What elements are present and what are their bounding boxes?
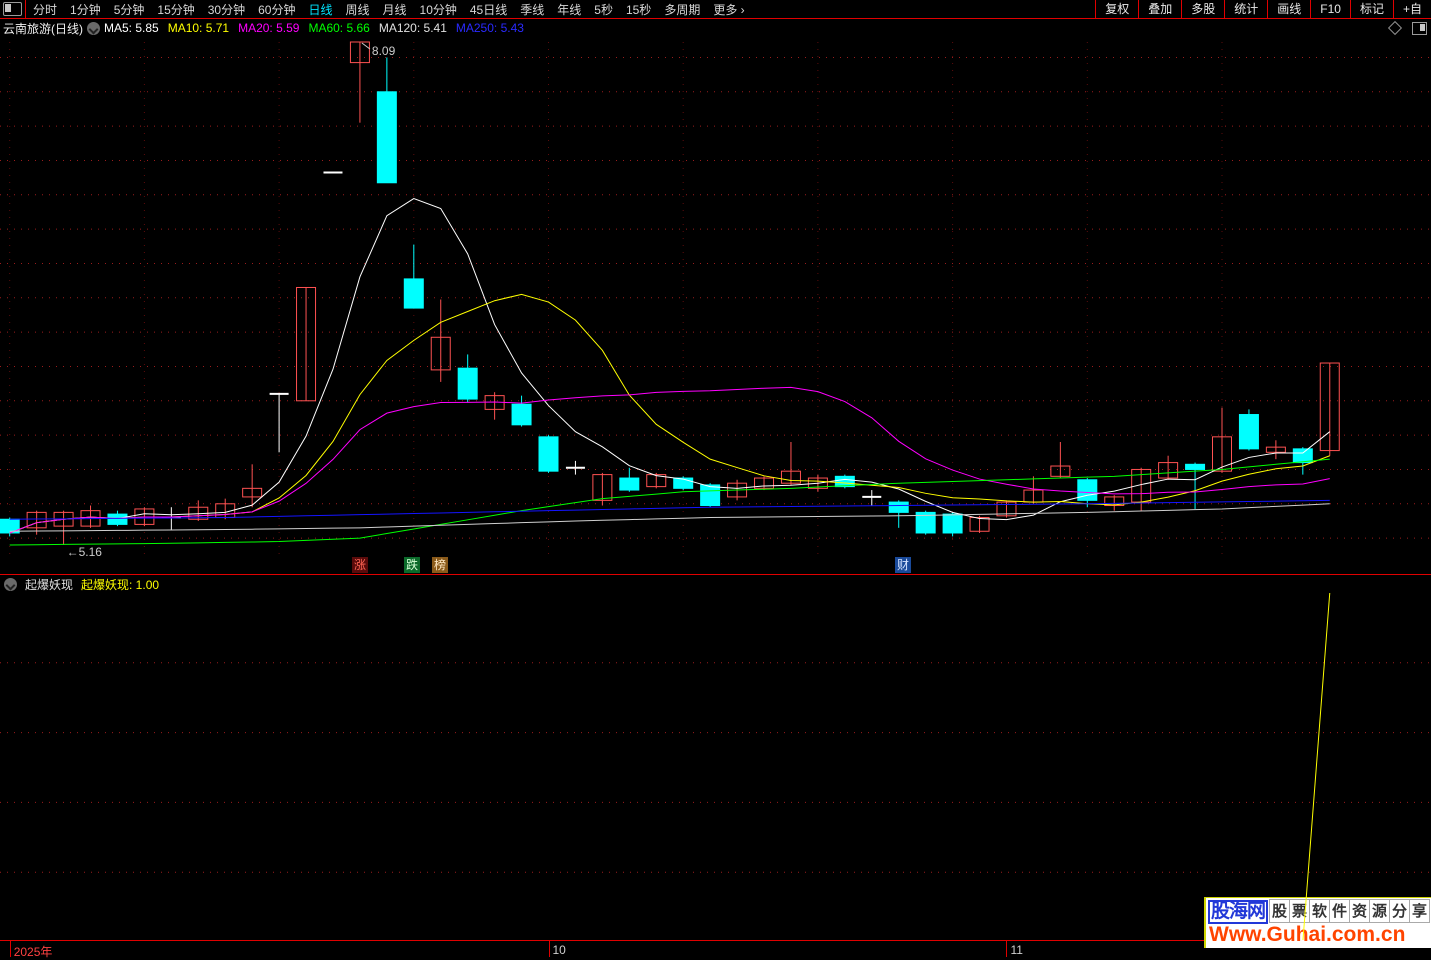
watermark-tagline-char: 享 <box>1409 899 1431 923</box>
tab-1分钟[interactable]: 1分钟 <box>70 1 101 18</box>
tab-5分钟[interactable]: 5分钟 <box>114 1 145 18</box>
watermark-tagline-char: 资 <box>1349 899 1371 923</box>
candle-33 <box>888 501 909 513</box>
candle-48 <box>1292 448 1313 464</box>
button-标记[interactable]: 标记 <box>1349 0 1393 18</box>
collapse-chevron-icon[interactable] <box>4 577 17 591</box>
candle-14 <box>376 91 397 184</box>
tab-45日线[interactable]: 45日线 <box>470 1 507 18</box>
badge-榜[interactable]: 榜 <box>432 557 448 573</box>
ma-label-MA5: MA5: 5.85 <box>104 21 159 35</box>
watermark: 股海网 股票软件资源分享 Www.Guhai.com.cn <box>1204 897 1431 948</box>
tab-月线[interactable]: 月线 <box>383 1 407 18</box>
candle-17 <box>457 367 478 400</box>
candle-44 <box>1185 463 1206 470</box>
tab-5秒[interactable]: 5秒 <box>594 1 613 18</box>
watermark-tagline-char: 分 <box>1389 899 1411 923</box>
watermark-tagline-char: 源 <box>1369 899 1391 923</box>
chevron-down-icon[interactable] <box>87 21 100 35</box>
watermark-tagline: 股票软件资源分享 <box>1269 899 1431 923</box>
watermark-tagline-char: 件 <box>1329 899 1351 923</box>
tab-15秒[interactable]: 15秒 <box>626 1 651 18</box>
ma-label-MA60: MA60: 5.66 <box>308 21 370 35</box>
watermark-tagline-char: 软 <box>1309 899 1331 923</box>
badge-财[interactable]: 财 <box>895 557 911 573</box>
tab-年线[interactable]: 年线 <box>557 1 581 18</box>
watermark-url: Www.Guhai.com.cn <box>1209 923 1406 946</box>
indicator-name[interactable]: 起爆妖现 <box>25 576 73 593</box>
candle-16 <box>430 336 451 371</box>
tab-更多 ›[interactable]: 更多 › <box>713 1 744 18</box>
axis-tick <box>9 941 11 957</box>
axis-label-11: 11 <box>1010 943 1023 957</box>
badge-涨[interactable]: 涨 <box>352 557 368 573</box>
candle-26 <box>700 484 721 507</box>
candle-38 <box>1023 489 1044 503</box>
indicator-header: 起爆妖现 起爆妖现: 1.00 <box>0 574 1431 593</box>
stock-name: 云南旅游(日线) <box>3 21 83 36</box>
svg-text:8.09: 8.09 <box>372 44 396 58</box>
watermark-logo: 股海网 <box>1208 899 1269 924</box>
tab-季线[interactable]: 季线 <box>520 1 544 18</box>
tab-周线[interactable]: 周线 <box>345 1 369 18</box>
candle-23 <box>619 477 640 491</box>
diamond-icon[interactable] <box>1387 20 1403 36</box>
button-多股[interactable]: 多股 <box>1181 0 1224 18</box>
button-叠加[interactable]: 叠加 <box>1138 0 1181 18</box>
button-+自[interactable]: +自 <box>1392 0 1431 18</box>
candle-11 <box>296 286 317 402</box>
candle-13 <box>349 41 370 64</box>
axis-tick <box>548 941 550 957</box>
watermark-tagline-char: 票 <box>1289 899 1311 923</box>
indicator-chart[interactable] <box>0 592 1431 940</box>
axis-label-2025年: 2025年 <box>13 945 53 959</box>
tab-30分钟[interactable]: 30分钟 <box>208 1 245 18</box>
candle-47 <box>1265 446 1286 453</box>
tab-日线[interactable]: 日线 <box>308 1 332 18</box>
watermark-tagline-char: 股 <box>1269 899 1291 923</box>
button-统计[interactable]: 统计 <box>1224 0 1267 18</box>
tab-多周期[interactable]: 多周期 <box>664 1 700 18</box>
axis-label-10: 10 <box>552 943 566 957</box>
candle-29 <box>780 470 801 484</box>
panel-toggle-icon[interactable] <box>3 2 22 16</box>
ma-label-MA20: MA20: 5.59 <box>238 21 300 35</box>
candle-19 <box>511 403 532 426</box>
candle-36 <box>969 517 990 532</box>
candle-46 <box>1238 414 1259 450</box>
button-复权[interactable]: 复权 <box>1095 0 1138 18</box>
tab-15分钟[interactable]: 15分钟 <box>157 1 194 18</box>
ma-value-list: MA5: 5.85 MA10: 5.71 MA20: 5.59 MA60: 5.66 M… <box>104 21 524 35</box>
button-F10[interactable]: F10 <box>1310 0 1350 18</box>
candle-22 <box>592 474 613 501</box>
svg-text:←5.16: ←5.16 <box>67 545 103 559</box>
ma-label-MA10: MA10: 5.71 <box>167 21 230 35</box>
tab-10分钟[interactable]: 10分钟 <box>420 1 457 18</box>
badge-跌[interactable]: 跌 <box>404 557 420 573</box>
candle-45 <box>1212 436 1232 472</box>
tab-60分钟[interactable]: 60分钟 <box>258 1 295 18</box>
stock-info-bar: 云南旅游(日线) MA5: 5.85 MA10: 5.71 MA20: 5.59 MA… <box>0 19 1431 37</box>
top-toolbar: 分时 1分钟 5分钟 15分钟 30分钟 60分钟 日线 周线 月线 10分钟 45日线 季线 年线 5秒… <box>0 0 1431 19</box>
split-pane-icon[interactable] <box>1412 21 1427 35</box>
axis-tick <box>1006 941 1008 957</box>
ma-label-MA250: MA250: 5.43 <box>455 21 524 35</box>
candle-43 <box>1158 462 1179 479</box>
candle-4 <box>107 513 128 525</box>
candlestick-chart[interactable]: 8.09 ←5.16 <box>0 19 1431 575</box>
indicator-value: 起爆妖现: 1.00 <box>81 577 160 592</box>
tab-分时[interactable]: 分时 <box>33 1 57 18</box>
ma-label-MA120: MA120: 5.41 <box>378 21 447 35</box>
candle-15 <box>403 278 424 309</box>
candle-20 <box>538 436 559 472</box>
button-画线[interactable]: 画线 <box>1267 0 1310 18</box>
candle-39 <box>1050 465 1071 477</box>
candle-9 <box>242 487 263 498</box>
candle-35 <box>942 513 963 534</box>
period-tabs: 分时 1分钟 5分钟 15分钟 30分钟 60分钟 日线 周线 月线 10分钟 45日线 季线 年线 5秒… <box>26 1 745 18</box>
toolbar-right-buttons: 复权 叠加 多股 统计 画线 F10 标记 +自 <box>1095 0 1431 18</box>
